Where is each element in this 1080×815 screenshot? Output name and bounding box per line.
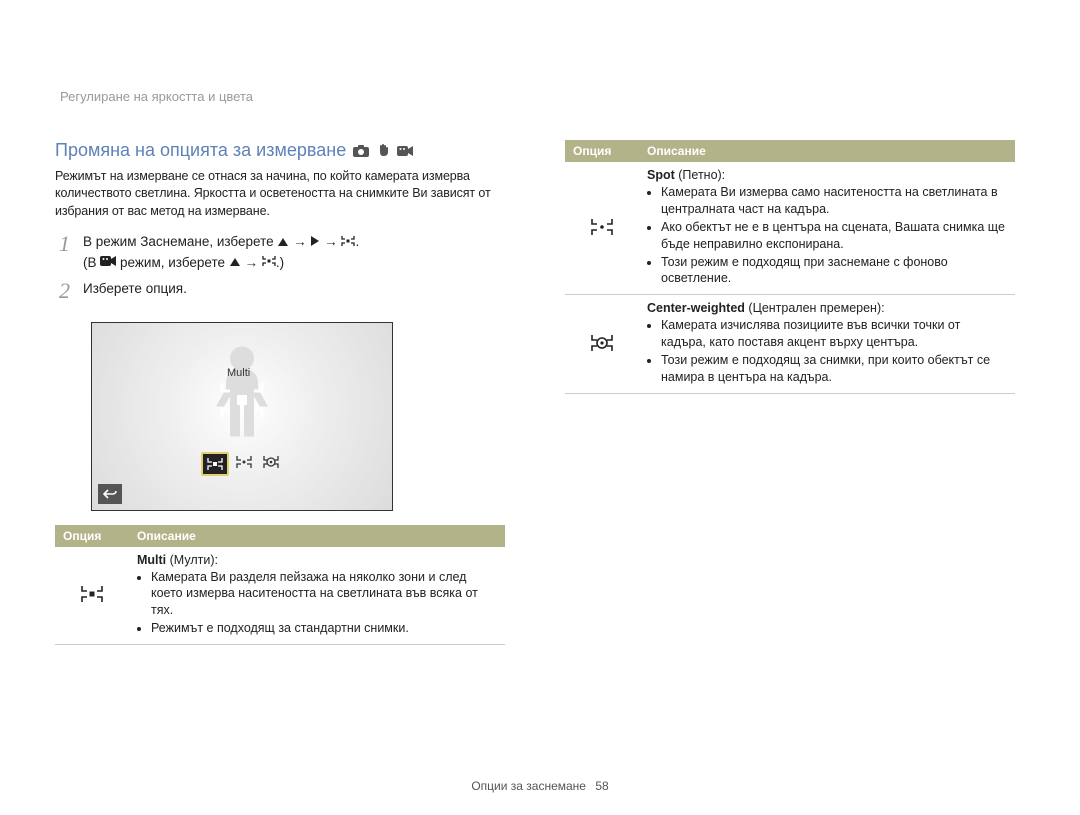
intro-text: Режимът на измерване се отнася за начина…: [55, 168, 505, 221]
figure-opt-center-icon: [259, 452, 283, 472]
right-column: Опция Описание Spot (Петно): Камерата Ви…: [565, 80, 1015, 645]
multi-meter-icon: [262, 253, 276, 273]
list-item: Този режим е подходящ при заснемане с фо…: [661, 254, 1007, 288]
up-triangle-icon: [277, 233, 289, 253]
video-mode-icon: [100, 253, 116, 273]
step-2: 2 Изберете опция.: [59, 279, 505, 303]
figure-option-row: [201, 452, 283, 476]
center-weighted-icon: [565, 295, 639, 394]
label: (Петно):: [675, 168, 725, 182]
label: Multi: [137, 553, 166, 567]
figure-back-icon: [98, 484, 122, 504]
table-row: Center-weighted (Централен премерен): Ка…: [565, 295, 1015, 394]
figure-opt-multi-icon: [201, 452, 229, 476]
label: Center-weighted: [647, 301, 745, 315]
table-row: Spot (Петно): Камерата Ви измерва само н…: [565, 162, 1015, 295]
row-center-desc: Center-weighted (Централен премерен): Ка…: [639, 295, 1015, 394]
hand-mode-icon: [376, 143, 390, 157]
figure-label-multi: Multi: [227, 367, 250, 379]
camera-mode-icon: [353, 145, 369, 157]
list-item: Камерата Ви измерва само наситеността на…: [661, 184, 1007, 218]
step-1-body: В режим Заснемане, изберете → → . (В реж…: [83, 232, 359, 273]
up-triangle-icon: [229, 253, 241, 273]
step1-text-b: (В: [83, 255, 97, 270]
table-row: Multi (Мулти): Камерата Ви разделя пейза…: [55, 547, 505, 645]
video-mode-icon: [397, 145, 413, 157]
multi-meter-icon: [55, 547, 129, 645]
section-header: Регулиране на яркостта и цвета: [60, 89, 253, 104]
th-option: Опция: [55, 525, 129, 547]
step-number-1: 1: [59, 232, 83, 273]
row-multi-desc: Multi (Мулти): Камерата Ви разделя пейза…: [129, 547, 505, 645]
th-description: Описание: [639, 140, 1015, 162]
page-heading: Промяна на опцията за измерване: [55, 140, 505, 162]
options-table-right: Опция Описание Spot (Петно): Камерата Ви…: [565, 140, 1015, 394]
options-table-left: Опция Описание Multi (Мулти): Камерата В…: [55, 525, 505, 646]
label: (Мулти):: [166, 553, 218, 567]
multi-meter-icon: [341, 233, 355, 253]
spot-meter-icon: [565, 162, 639, 295]
list-item: Камерата Ви разделя пейзажа на няколко з…: [151, 569, 497, 620]
right-triangle-icon: [310, 233, 320, 253]
list-item: Камерата изчислява позициите във всички …: [661, 317, 1007, 351]
screenshot-figure: Multi: [91, 322, 393, 511]
step-2-body: Изберете опция.: [83, 279, 187, 303]
th-option: Опция: [565, 140, 639, 162]
th-description: Описание: [129, 525, 505, 547]
mode-icons: [351, 141, 413, 162]
step-1: 1 В режим Заснемане, изберете → → . (В р…: [59, 232, 505, 273]
footer-label: Опции за заснемане: [471, 779, 586, 793]
heading-text: Промяна на опцията за измерване: [55, 140, 346, 160]
page-number: 58: [595, 779, 608, 793]
left-column: Промяна на опцията за измерване Режимът …: [55, 80, 505, 645]
list-item: Ако обектът не е в центъра на сцената, В…: [661, 219, 1007, 253]
figure-center-bracket-icon: [220, 381, 264, 422]
row-spot-desc: Spot (Петно): Камерата Ви измерва само н…: [639, 162, 1015, 295]
figure-opt-spot-icon: [232, 452, 256, 472]
step-number-2: 2: [59, 279, 83, 303]
step1-text-c: режим, изберете: [120, 255, 225, 270]
list-item: Режимът е подходящ за стандартни снимки.: [151, 620, 497, 637]
list-item: Този режим е подходящ за снимки, при кои…: [661, 352, 1007, 386]
label: Spot: [647, 168, 675, 182]
step1-text-a: В режим Заснемане, изберете: [83, 234, 274, 249]
label: (Централен премерен):: [745, 301, 885, 315]
page-footer: Опции за заснемане 58: [0, 779, 1080, 793]
